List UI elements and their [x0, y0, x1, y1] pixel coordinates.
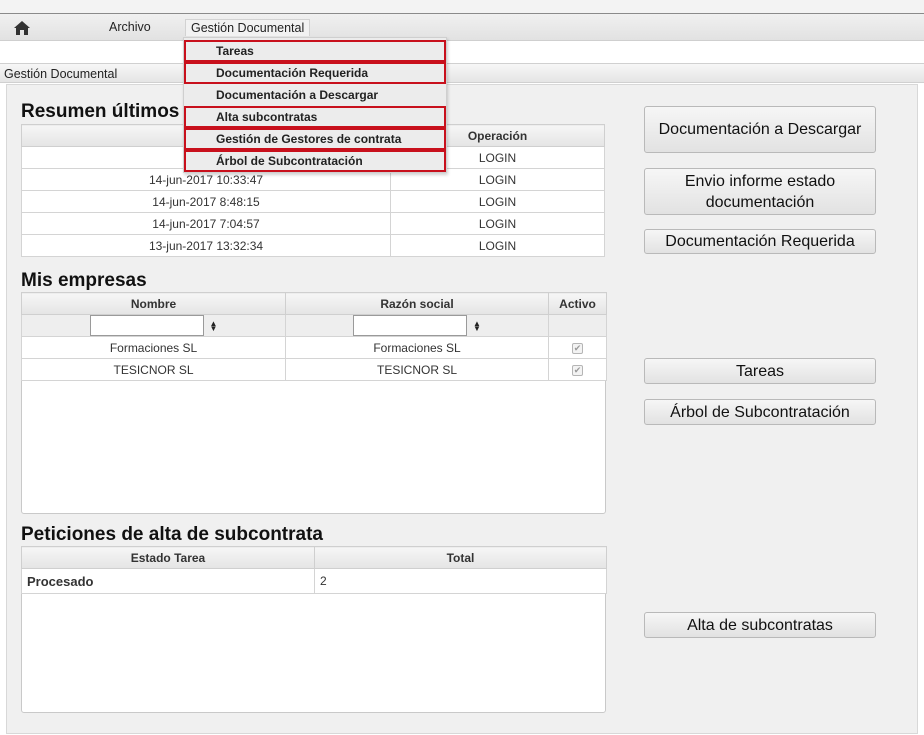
filter-row: ▲ ▼ ▲ ▼: [21, 314, 607, 337]
filter-razon-social-input[interactable]: [353, 315, 467, 336]
column-header-estado-tarea[interactable]: Estado Tarea: [21, 546, 315, 569]
table-row[interactable]: Formaciones SL Formaciones SL ✔: [21, 336, 607, 359]
filter-nombre-input[interactable]: [89, 315, 204, 336]
alta-subcontratas-button[interactable]: Alta de subcontratas: [644, 612, 876, 638]
column-header-total[interactable]: Total: [314, 546, 607, 569]
resumen-title: Resumen últimos: [21, 101, 180, 122]
activo-checkbox: ✔: [572, 364, 583, 376]
cell-operacion: LOGIN: [390, 234, 605, 257]
menu-item-alta-subcontratas[interactable]: Alta subcontratas: [184, 106, 446, 128]
cell-total: 2: [314, 568, 607, 594]
cell-operacion: LOGIN: [390, 212, 605, 235]
arbol-subcontratacion-button[interactable]: Árbol de Subcontratación: [644, 399, 876, 425]
cell-nombre: Formaciones SL: [21, 336, 286, 359]
table-row[interactable]: TESICNOR SL TESICNOR SL ✔: [21, 358, 607, 381]
menu-item-arbol-subcontratacion[interactable]: Árbol de Subcontratación: [184, 150, 446, 172]
table-row: 13-jun-2017 13:32:34 LOGIN: [21, 234, 605, 257]
column-header-activo[interactable]: Activo: [548, 292, 607, 315]
cell-fecha: 13-jun-2017 13:32:34: [21, 234, 391, 257]
empresas-table: Nombre Razón social Activo ▲ ▼ ▲ ▼ Formaci…: [21, 292, 607, 381]
section-title: Gestión Documental: [4, 67, 118, 81]
peticiones-title: Peticiones de alta de subcontrata: [21, 524, 323, 545]
table-row: 14-jun-2017 7:04:57 LOGIN: [21, 212, 605, 235]
column-header-razon-social[interactable]: Razón social: [285, 292, 549, 315]
menu-item-tareas[interactable]: Tareas: [184, 40, 446, 62]
documentacion-requerida-button[interactable]: Documentación Requerida: [644, 229, 876, 254]
menu-item-gestion-gestores[interactable]: Gestión de Gestores de contrata: [184, 128, 446, 150]
table-row: 14-jun-2017 8:48:15 LOGIN: [21, 190, 605, 213]
gestion-documental-dropdown: Tareas Documentación Requerida Documenta…: [183, 37, 447, 173]
menu-bar: Archivo Gestión Documental: [0, 14, 924, 41]
documentacion-descargar-button[interactable]: Documentación a Descargar: [644, 106, 876, 153]
sort-icon[interactable]: ▲ ▼: [210, 319, 218, 332]
home-icon: [14, 20, 30, 35]
cell-fecha: 14-jun-2017 7:04:57: [21, 212, 391, 235]
cell-operacion: LOGIN: [390, 190, 605, 213]
cell-razon-social: Formaciones SL: [285, 336, 549, 359]
home-button[interactable]: [10, 17, 34, 38]
envio-informe-button[interactable]: Envio informe estado documentación: [644, 168, 876, 215]
menu-archivo[interactable]: Archivo: [104, 19, 156, 36]
menu-gestion-documental[interactable]: Gestión Documental: [185, 19, 311, 36]
sort-icon[interactable]: ▲ ▼: [473, 319, 481, 332]
column-header-nombre[interactable]: Nombre: [21, 292, 286, 315]
section-header: Gestión Documental: [0, 63, 924, 83]
peticiones-table: Estado Tarea Total Procesado 2: [21, 546, 607, 594]
window-top-edge: [0, 0, 924, 14]
cell-nombre: TESICNOR SL: [21, 358, 286, 381]
activo-checkbox: ✔: [572, 342, 583, 354]
menu-item-documentacion-descargar[interactable]: Documentación a Descargar: [184, 84, 446, 106]
cell-razon-social: TESICNOR SL: [285, 358, 549, 381]
table-row[interactable]: Procesado 2: [21, 568, 607, 594]
tareas-button[interactable]: Tareas: [644, 358, 876, 384]
menu-item-documentacion-requerida[interactable]: Documentación Requerida: [184, 62, 446, 84]
cell-estado-tarea: Procesado: [21, 568, 315, 594]
empresas-title: Mis empresas: [21, 270, 147, 291]
cell-fecha: 14-jun-2017 8:48:15: [21, 190, 391, 213]
